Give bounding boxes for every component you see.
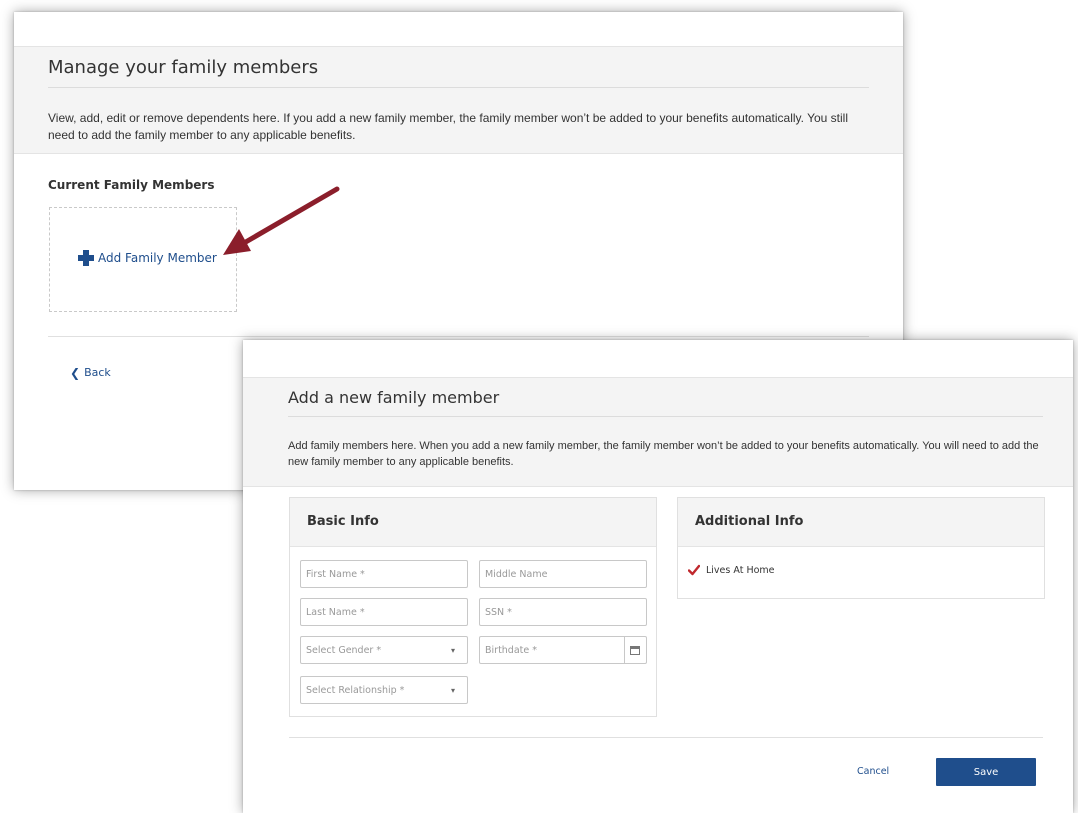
- footer-divider: [289, 737, 1043, 738]
- gender-select[interactable]: Select Gender * ▾: [300, 636, 468, 664]
- title-divider: [48, 87, 869, 88]
- birthdate-input[interactable]: [485, 637, 624, 663]
- save-button[interactable]: Save: [936, 758, 1036, 786]
- basic-info-header: Basic Info: [290, 498, 656, 547]
- calendar-button[interactable]: [623, 637, 647, 663]
- additional-info-card: Additional Info Lives At Home: [677, 497, 1045, 599]
- gender-select-label: Select Gender *: [306, 644, 382, 656]
- current-family-heading: Current Family Members: [48, 178, 215, 192]
- add-description: Add family members here. When you add a …: [288, 440, 1039, 468]
- lives-at-home-label: Lives At Home: [706, 564, 775, 576]
- page-description: View, add, edit or remove dependents her…: [48, 111, 848, 142]
- middle-name-field[interactable]: [479, 560, 647, 588]
- basic-info-title: Basic Info: [307, 514, 379, 529]
- check-icon: [688, 564, 700, 576]
- calendar-icon: [630, 645, 641, 655]
- back-link[interactable]: ❮ Back: [70, 366, 111, 379]
- back-label: Back: [84, 366, 111, 379]
- add-title-divider: [288, 416, 1043, 417]
- first-name-field[interactable]: [300, 560, 468, 588]
- add-title: Add a new family member: [288, 388, 500, 407]
- additional-info-title: Additional Info: [695, 514, 804, 529]
- relationship-select[interactable]: Select Relationship * ▾: [300, 676, 468, 704]
- lives-at-home-checkbox[interactable]: Lives At Home: [688, 564, 775, 576]
- ssn-field[interactable]: [479, 598, 647, 626]
- middle-name-input[interactable]: [485, 561, 646, 587]
- chevron-down-icon: ▾: [450, 645, 455, 655]
- last-name-input[interactable]: [306, 599, 467, 625]
- manage-header: Manage your family members View, add, ed…: [14, 46, 903, 154]
- add-family-member-label: Add Family Member: [98, 251, 217, 265]
- add-family-panel: Add a new family member Add family membe…: [243, 340, 1073, 813]
- chevron-down-icon: ▾: [450, 685, 455, 695]
- last-name-field[interactable]: [300, 598, 468, 626]
- plus-icon: [78, 250, 94, 266]
- basic-info-card: Basic Info Select Gender * ▾ Select Rela…: [289, 497, 657, 717]
- relationship-select-label: Select Relationship *: [306, 684, 405, 696]
- cancel-button[interactable]: Cancel: [857, 758, 889, 786]
- add-header: Add a new family member Add family membe…: [243, 377, 1073, 487]
- ssn-input[interactable]: [485, 599, 646, 625]
- additional-info-header: Additional Info: [678, 498, 1044, 547]
- birthdate-field[interactable]: [479, 636, 647, 664]
- page-title: Manage your family members: [48, 57, 319, 78]
- chevron-left-icon: ❮: [70, 365, 81, 380]
- first-name-input[interactable]: [306, 561, 467, 587]
- section-divider: [48, 336, 869, 337]
- add-family-member-link[interactable]: Add Family Member: [78, 250, 217, 266]
